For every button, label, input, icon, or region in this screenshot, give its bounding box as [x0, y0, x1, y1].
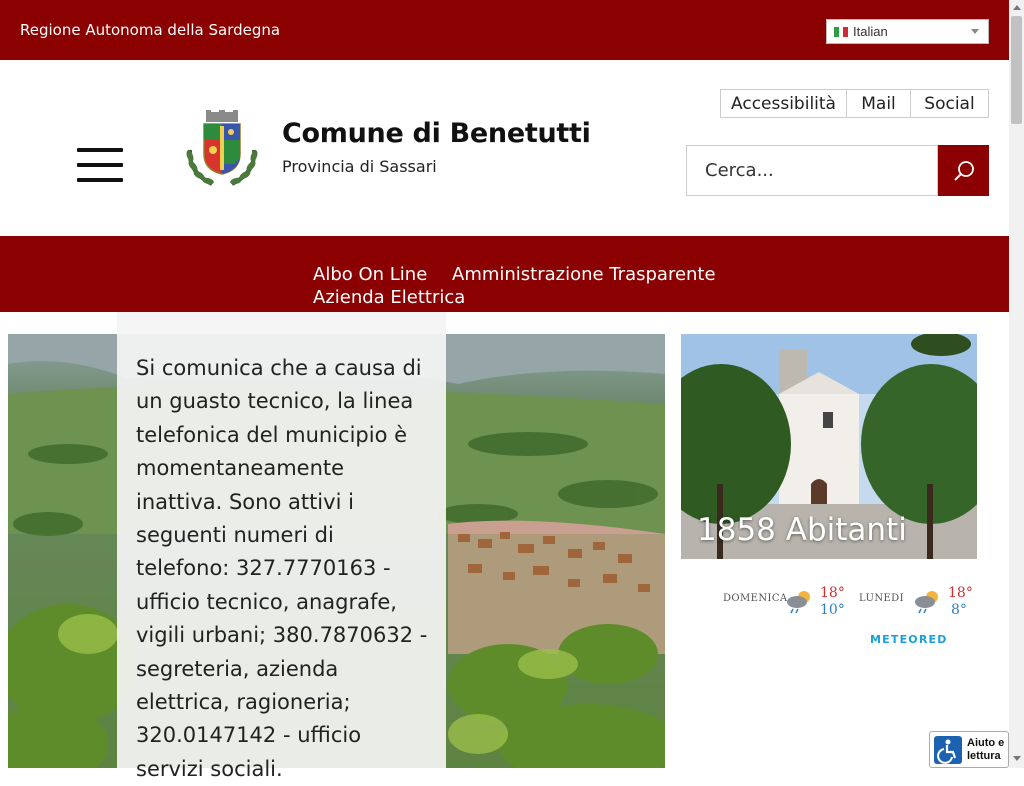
inhabitants-label: 1858 Abitanti [697, 512, 907, 548]
main-nav: Albo On Line Amministrazione Trasparente… [0, 236, 1009, 312]
town-card[interactable]: 1858 Abitanti [681, 334, 977, 559]
site-title[interactable]: Comune di Benetutti [282, 118, 591, 149]
italy-flag-icon [834, 27, 849, 37]
search-icon [953, 160, 974, 181]
chevron-down-icon [971, 29, 979, 34]
nav-item-amministrazione-trasparente[interactable]: Amministrazione Trasparente [452, 264, 716, 285]
scrollbar[interactable] [1009, 0, 1024, 768]
nav-item-azienda-elettrica[interactable]: Azienda Elettrica [313, 287, 465, 308]
accessibility-help-widget[interactable]: Aiuto e lettura [929, 731, 1009, 768]
coat-of-arms-logo[interactable] [182, 110, 262, 188]
weather-day-1[interactable]: DOMENICA 18° 10° [723, 585, 853, 621]
scroll-up-icon[interactable] [1013, 5, 1021, 10]
rain-cloud-sun-icon [915, 591, 938, 614]
site-subtitle: Provincia di Sassari [282, 157, 437, 176]
help-label-line2: lettura [967, 750, 1001, 762]
language-select[interactable]: Italian [826, 19, 989, 44]
rain-cloud-sun-icon [787, 591, 810, 614]
accessibility-link[interactable]: Accessibilità [720, 89, 847, 118]
weather-day-label: DOMENICA [723, 593, 788, 604]
top-bar: Regione Autonoma della Sardegna Italian [0, 0, 1009, 60]
notice-box: Si comunica che a causa di un guasto tec… [117, 312, 446, 781]
help-label-line1: Aiuto e [967, 737, 1005, 749]
language-value: Italian [853, 24, 888, 39]
nav-item-albo-online[interactable]: Albo On Line [313, 264, 427, 285]
scrollbar-thumb[interactable] [1011, 16, 1022, 124]
menu-button[interactable] [77, 148, 124, 184]
region-name[interactable]: Regione Autonoma della Sardegna [20, 21, 280, 39]
notice-text: Si comunica che a causa di un guasto tec… [136, 356, 428, 781]
temp-high: 18° [820, 585, 845, 601]
scroll-down-icon[interactable] [1013, 756, 1021, 761]
meteored-logo[interactable]: METEORED [870, 633, 948, 646]
search-input[interactable]: Cerca... [686, 145, 938, 196]
temp-low: 8° [951, 602, 967, 618]
social-link[interactable]: Social [910, 89, 989, 118]
weather-day-2[interactable]: LUNEDI 18° 8° [859, 585, 979, 621]
temp-low: 10° [820, 602, 845, 618]
temp-high: 18° [948, 585, 973, 601]
weather-day-label: LUNEDI [859, 593, 904, 604]
wheelchair-icon [934, 736, 962, 764]
mail-link[interactable]: Mail [846, 89, 911, 118]
search-button[interactable] [938, 145, 989, 196]
